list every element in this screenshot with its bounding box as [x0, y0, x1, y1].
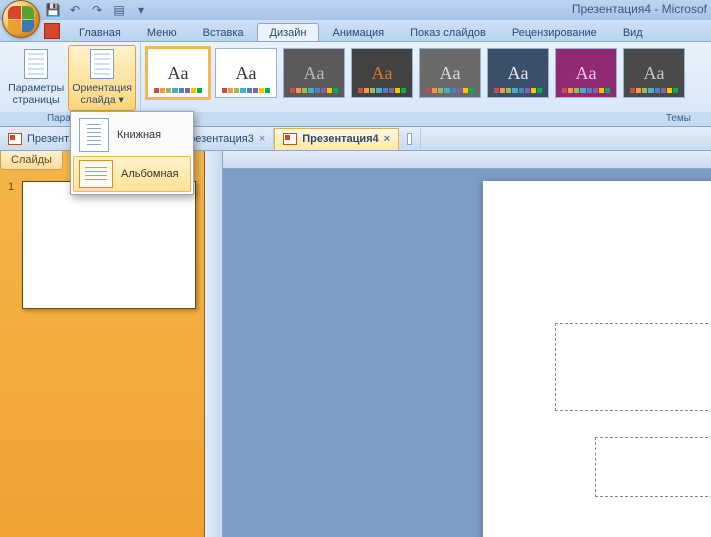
theme-swatch[interactable]: Aa: [215, 48, 277, 98]
theme-swatch[interactable]: Aa: [623, 48, 685, 98]
save-icon[interactable]: 💾: [44, 2, 62, 18]
orientation-label: Ориентация слайда ▾: [72, 82, 132, 106]
office-button[interactable]: [2, 0, 40, 38]
new-document-icon: [407, 133, 412, 145]
slide-canvas: Заго Подз: [223, 151, 711, 537]
theme-swatch[interactable]: Aa: [419, 48, 481, 98]
page-setup-icon: [24, 49, 48, 79]
tab-animation[interactable]: Анимация: [319, 23, 397, 41]
tab-home[interactable]: Главная: [66, 23, 134, 41]
group-label-themes: Темы: [141, 112, 711, 126]
chevron-down-icon: ▾: [118, 94, 123, 106]
slide-thumbnail-row[interactable]: 1: [8, 181, 196, 309]
orientation-landscape-item[interactable]: Альбомная: [73, 156, 191, 192]
presentation-icon: [283, 133, 297, 145]
redo-icon[interactable]: ↷: [88, 2, 106, 18]
tab-slideshow[interactable]: Показ слайдов: [397, 23, 499, 41]
orientation-dropdown: Книжная Альбомная: [70, 111, 194, 195]
new-doc-tab[interactable]: [399, 128, 421, 150]
close-icon[interactable]: ×: [384, 133, 390, 145]
addin-tab-icon[interactable]: [44, 23, 60, 39]
group-themes: AaAaAaAaAaAaAaAa Темы: [141, 42, 711, 126]
title-placeholder[interactable]: Заго: [555, 323, 711, 411]
undo-icon[interactable]: ↶: [66, 2, 84, 18]
tab-view[interactable]: Вид: [610, 23, 656, 41]
tab-review[interactable]: Рецензирование: [499, 23, 610, 41]
slide[interactable]: Заго Подз: [483, 181, 711, 537]
theme-swatch[interactable]: Aa: [487, 48, 549, 98]
doc-tab-4-active[interactable]: Презентация4 ×: [274, 128, 399, 150]
slide-orientation-button[interactable]: Ориентация слайда ▾: [68, 45, 136, 111]
theme-swatch[interactable]: Aa: [555, 48, 617, 98]
slide-thumbnail[interactable]: [22, 181, 196, 309]
theme-swatch[interactable]: Aa: [147, 48, 209, 98]
office-logo-icon: [8, 6, 34, 32]
quick-access-toolbar: 💾 ↶ ↷ ▤ ▾: [44, 2, 150, 18]
landscape-icon: [79, 160, 113, 188]
subtitle-placeholder[interactable]: Подз: [595, 437, 711, 497]
page-setup-label: Параметры страницы: [8, 82, 64, 106]
vertical-ruler: [205, 151, 223, 537]
slides-panel: Слайды 1: [0, 151, 205, 537]
qat-dropdown-icon[interactable]: ▾: [132, 2, 150, 18]
tab-insert[interactable]: Вставка: [190, 23, 257, 41]
app-title: Презентация4 - Microsof: [572, 2, 707, 16]
page-setup-button[interactable]: Параметры страницы: [4, 45, 68, 111]
close-icon[interactable]: ×: [259, 133, 265, 145]
tab-design[interactable]: Дизайн: [257, 23, 320, 41]
ribbon-tabs: Главная Меню Вставка Дизайн Анимация Пок…: [0, 20, 711, 42]
title-bar: 💾 ↶ ↷ ▤ ▾ Презентация4 - Microsof: [0, 0, 711, 20]
orientation-portrait-item[interactable]: Книжная: [73, 114, 191, 156]
work-area: Слайды 1 Заго Подз: [0, 151, 711, 537]
doc-tab-1[interactable]: Презент: [0, 128, 78, 150]
horizontal-ruler: [223, 151, 711, 169]
theme-swatch[interactable]: Aa: [283, 48, 345, 98]
portrait-icon: [79, 118, 109, 152]
theme-swatch[interactable]: Aa: [351, 48, 413, 98]
orientation-icon: [90, 49, 114, 79]
qat-item[interactable]: ▤: [110, 2, 128, 18]
slides-panel-tab[interactable]: Слайды: [0, 151, 63, 170]
presentation-icon: [8, 133, 22, 145]
slide-number: 1: [8, 181, 16, 309]
tab-menu[interactable]: Меню: [134, 23, 190, 41]
